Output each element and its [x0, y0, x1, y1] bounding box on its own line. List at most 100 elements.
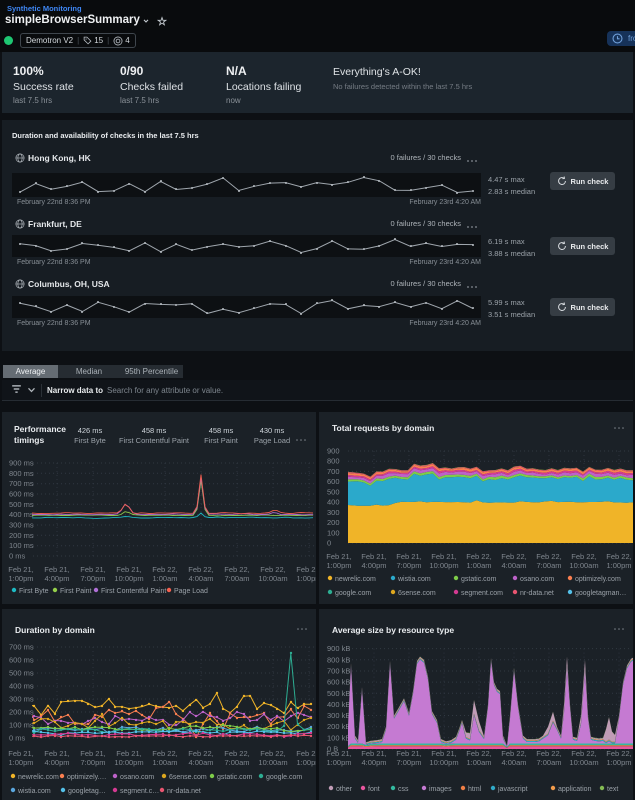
svg-text:Feb 21,: Feb 21,: [80, 749, 105, 758]
svg-text:osano.com: osano.com: [120, 774, 154, 781]
svg-text:700 ms: 700 ms: [9, 643, 34, 652]
svg-text:200 ms: 200 ms: [9, 708, 34, 717]
svg-text:font: font: [368, 786, 380, 793]
svg-text:430 ms: 430 ms: [260, 426, 285, 435]
svg-text:426 ms: 426 ms: [78, 426, 103, 435]
svg-text:500: 500: [327, 487, 340, 496]
svg-text:600 kB: 600 kB: [327, 678, 350, 687]
svg-text:nr-data.net: nr-data.net: [520, 590, 554, 597]
svg-text:7:00am: 7:00am: [536, 758, 561, 767]
svg-text:0: 0: [327, 539, 331, 548]
svg-text:javascript: javascript: [497, 786, 528, 793]
svg-text:First Byte: First Byte: [19, 588, 49, 595]
svg-text:Feb 22,: Feb 22,: [571, 552, 596, 561]
svg-text:googletagman…: googletagman…: [575, 590, 626, 597]
svg-text:Feb 21,: Feb 21,: [326, 749, 351, 758]
svg-text:Feb 22,: Feb 22,: [188, 749, 213, 758]
svg-text:400 ms: 400 ms: [9, 510, 34, 519]
svg-text:Feb 22,: Feb 22,: [152, 565, 177, 574]
svg-text:458 ms: 458 ms: [209, 426, 234, 435]
svg-text:7:00am: 7:00am: [224, 758, 249, 767]
svg-text:Feb 21,: Feb 21,: [116, 565, 141, 574]
svg-text:800: 800: [327, 457, 340, 466]
svg-text:400 ms: 400 ms: [9, 682, 34, 691]
svg-text:10:00am: 10:00am: [258, 574, 287, 583]
svg-text:1:00am: 1:00am: [152, 758, 177, 767]
svg-text:newrelic.com: newrelic.com: [335, 576, 376, 583]
svg-text:1:00pm: 1:00pm: [606, 758, 631, 767]
svg-text:1:00pm: 1:00pm: [296, 574, 316, 583]
svg-text:1:00pm: 1:00pm: [326, 561, 351, 570]
svg-text:Feb 21,: Feb 21,: [396, 749, 421, 758]
svg-text:Feb 21,: Feb 21,: [116, 749, 141, 758]
svg-text:700: 700: [327, 467, 340, 476]
svg-text:600 ms: 600 ms: [9, 656, 34, 665]
svg-text:200 kB: 200 kB: [327, 722, 350, 731]
svg-text:7:00pm: 7:00pm: [396, 758, 421, 767]
svg-text:10:00pm: 10:00pm: [114, 758, 143, 767]
svg-text:wistia.com: wistia.com: [17, 788, 51, 795]
svg-text:Feb 22,: Feb 22,: [466, 552, 491, 561]
svg-text:4:00am: 4:00am: [501, 758, 526, 767]
svg-text:7:00pm: 7:00pm: [396, 561, 421, 570]
svg-text:100 ms: 100 ms: [9, 541, 34, 550]
svg-text:900 kB: 900 kB: [327, 644, 350, 653]
svg-text:osano.com: osano.com: [520, 576, 554, 583]
svg-text:10:00am: 10:00am: [569, 561, 598, 570]
svg-text:google.com: google.com: [335, 590, 371, 597]
svg-text:900: 900: [327, 447, 340, 456]
svg-text:10:00pm: 10:00pm: [114, 574, 143, 583]
svg-text:text: text: [607, 786, 618, 793]
svg-text:7:00pm: 7:00pm: [80, 758, 105, 767]
svg-text:Feb 21,: Feb 21,: [44, 565, 69, 574]
svg-text:Feb 22,: Feb 22,: [224, 565, 249, 574]
svg-text:Feb 21,: Feb 21,: [431, 552, 456, 561]
svg-text:800 kB: 800 kB: [327, 655, 350, 664]
svg-text:css: css: [398, 786, 409, 793]
svg-text:10:00am: 10:00am: [569, 758, 598, 767]
svg-text:optimizely.com: optimizely.com: [575, 576, 621, 583]
svg-text:Feb 22,: Feb 22,: [152, 749, 177, 758]
svg-text:1:00am: 1:00am: [466, 758, 491, 767]
svg-text:7:00pm: 7:00pm: [80, 574, 105, 583]
svg-text:900 ms: 900 ms: [9, 459, 34, 468]
svg-text:100 ms: 100 ms: [9, 721, 34, 730]
svg-text:500 kB: 500 kB: [327, 689, 350, 698]
svg-text:Feb 22,: Feb 22,: [188, 565, 213, 574]
svg-text:html: html: [468, 786, 482, 793]
svg-text:Feb 21,: Feb 21,: [431, 749, 456, 758]
svg-text:Page Load: Page Load: [254, 436, 290, 445]
svg-text:7:00am: 7:00am: [224, 574, 249, 583]
svg-text:0 ms: 0 ms: [9, 734, 26, 743]
svg-text:Feb 22,: Feb 22,: [466, 749, 491, 758]
svg-text:6sense.com: 6sense.com: [169, 774, 207, 781]
svg-text:images: images: [429, 786, 452, 793]
svg-text:4:00pm: 4:00pm: [361, 758, 386, 767]
svg-text:timings: timings: [14, 435, 44, 445]
svg-text:1:00am: 1:00am: [466, 561, 491, 570]
svg-text:other: other: [336, 786, 353, 793]
svg-text:200: 200: [327, 518, 340, 527]
svg-text:First Byte: First Byte: [74, 436, 106, 445]
svg-text:Feb 21,: Feb 21,: [8, 749, 33, 758]
svg-text:Feb 21,: Feb 21,: [361, 749, 386, 758]
svg-text:400 kB: 400 kB: [327, 700, 350, 709]
svg-text:1:00pm: 1:00pm: [326, 758, 351, 767]
svg-text:Feb 21,: Feb 21,: [80, 565, 105, 574]
svg-text:optimizely.…: optimizely.…: [67, 774, 107, 781]
svg-text:600: 600: [327, 477, 340, 486]
svg-text:First Contentful Paint: First Contentful Paint: [119, 436, 190, 445]
svg-text:4:00am: 4:00am: [188, 574, 213, 583]
svg-text:gstatic.com: gstatic.com: [461, 576, 497, 583]
svg-text:Feb 22,: Feb 22,: [501, 749, 526, 758]
svg-text:Feb 22,: Feb 22,: [606, 749, 631, 758]
svg-text:1:00pm: 1:00pm: [8, 574, 33, 583]
svg-text:application: application: [558, 786, 592, 793]
svg-text:Feb 22,: Feb 22,: [536, 552, 561, 561]
svg-text:1:00pm: 1:00pm: [606, 561, 631, 570]
svg-text:Feb 22,: Feb 22,: [606, 552, 631, 561]
svg-text:Feb 21,: Feb 21,: [8, 565, 33, 574]
svg-text:300 ms: 300 ms: [9, 521, 34, 530]
svg-text:300: 300: [327, 508, 340, 517]
svg-text:segment.com: segment.com: [461, 590, 503, 597]
